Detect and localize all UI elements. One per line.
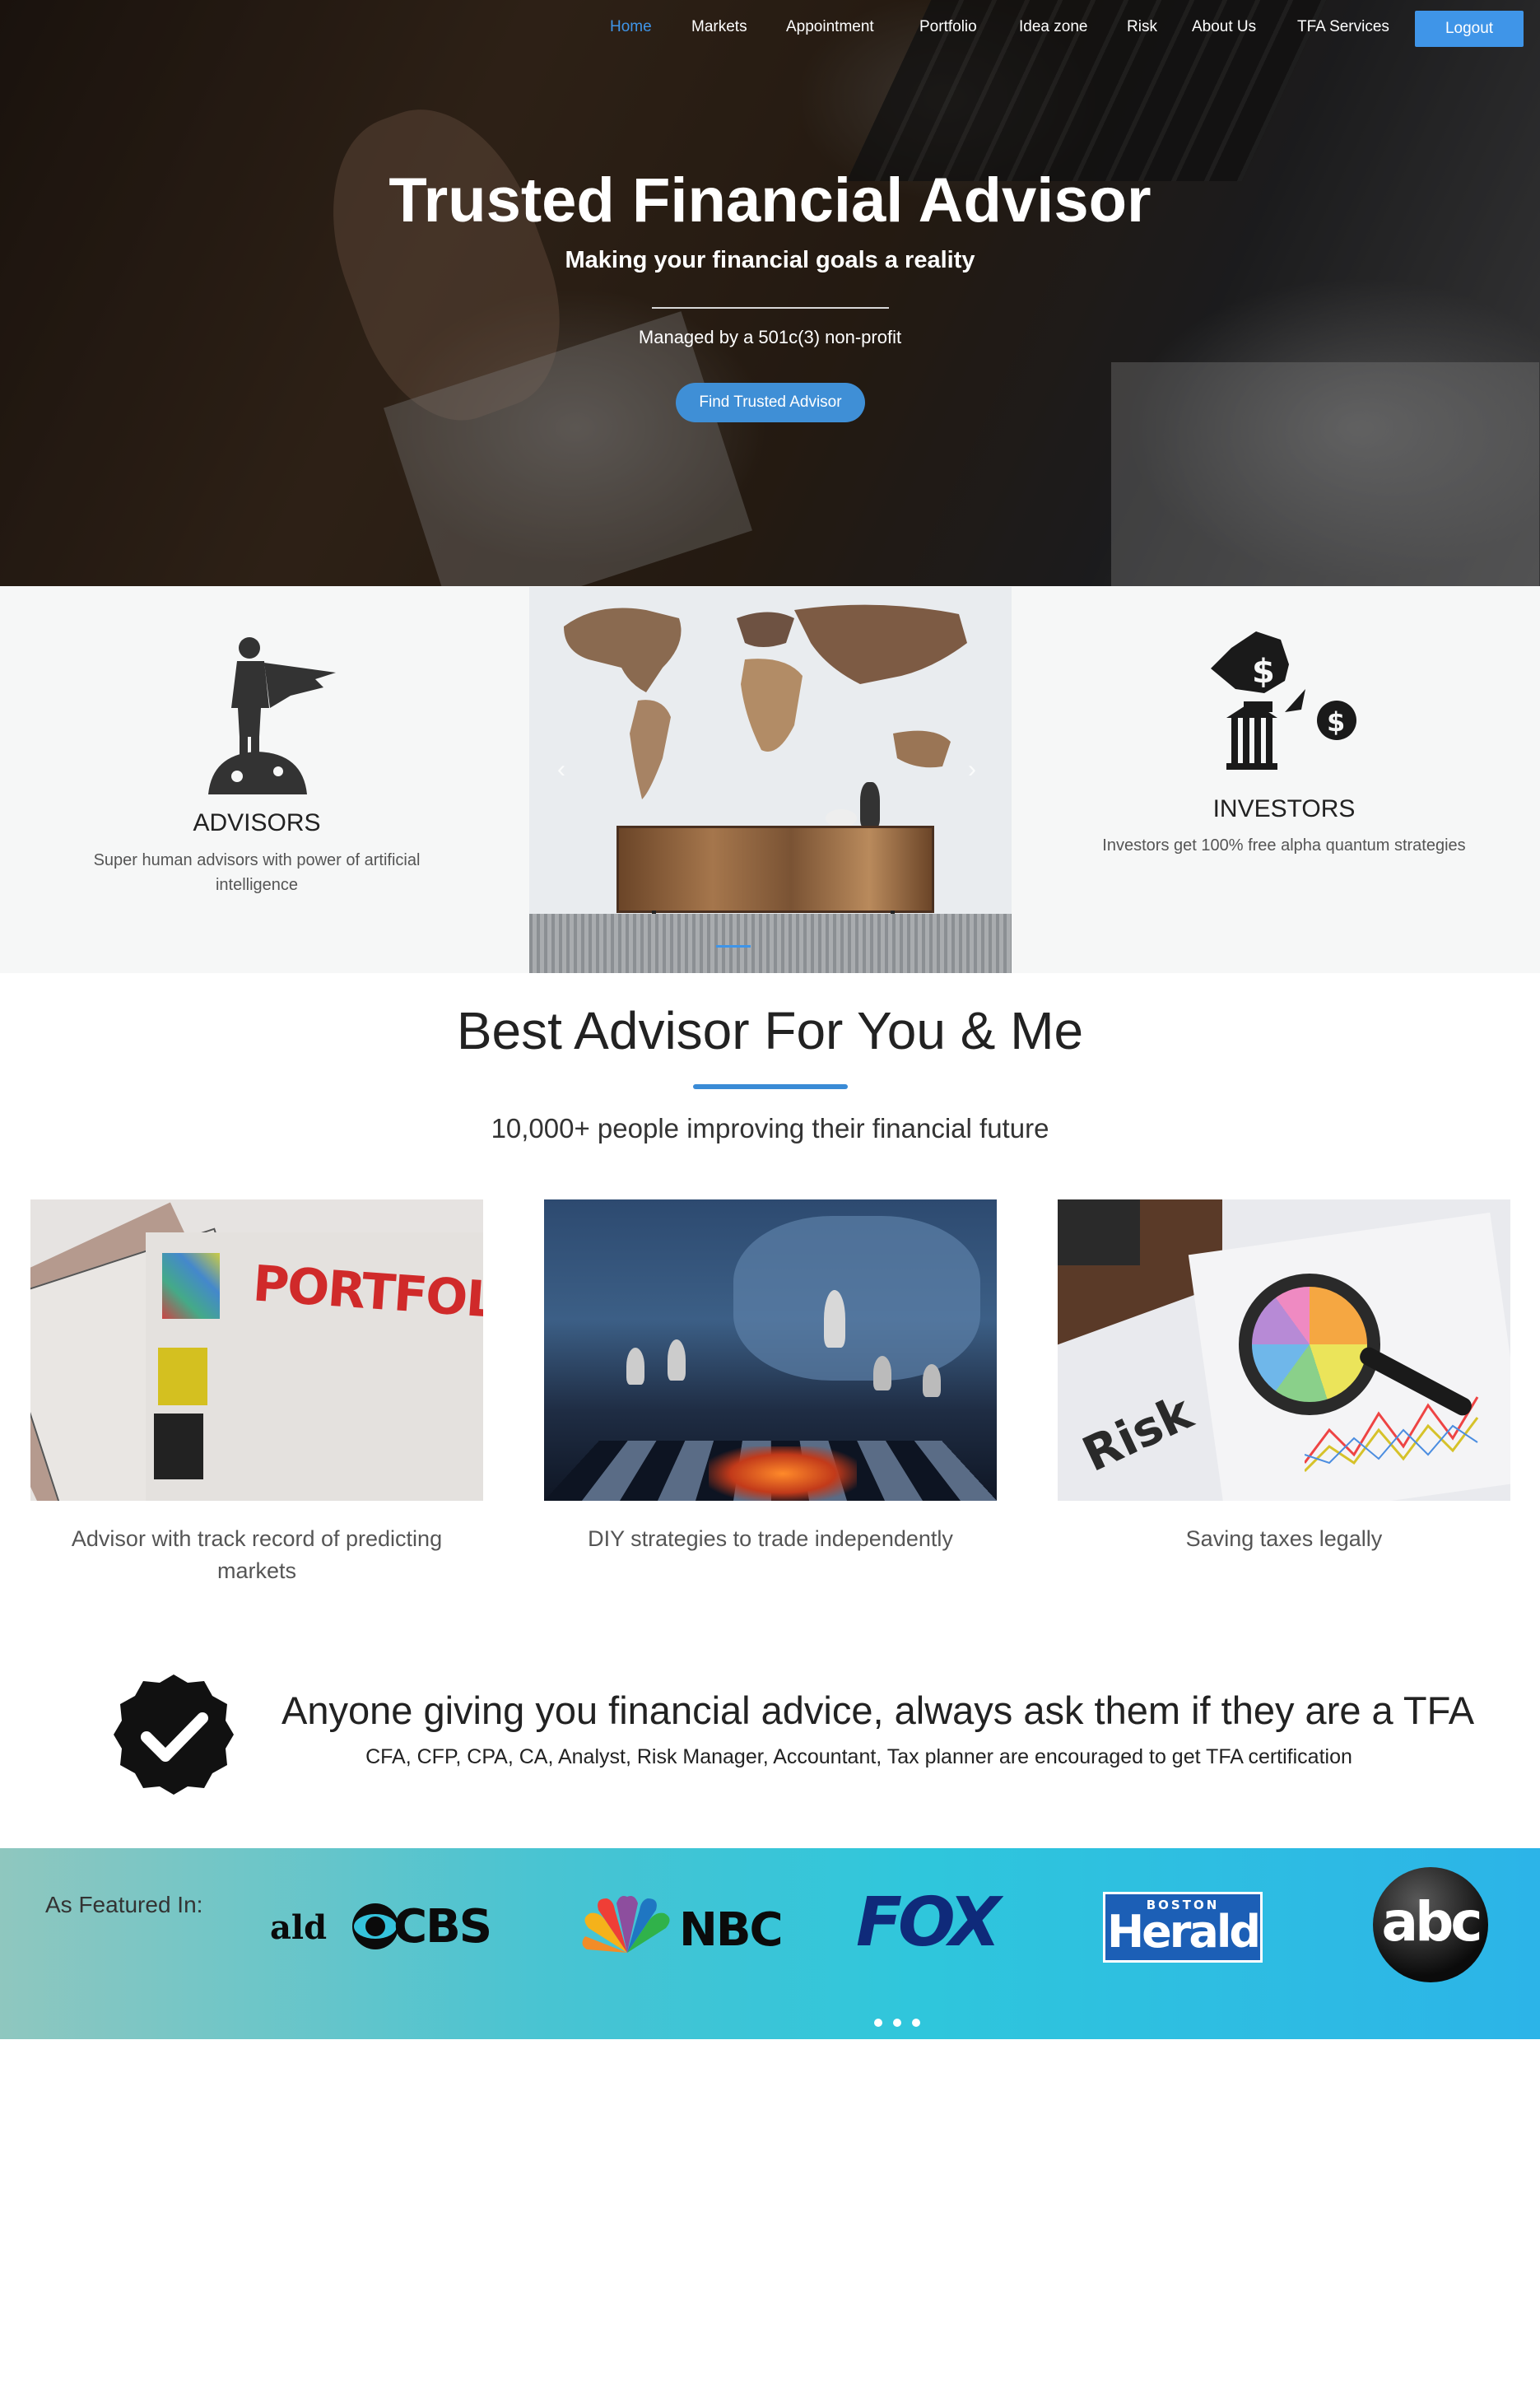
investors-desc: Investors get 100% free alpha quantum st… — [1102, 836, 1466, 855]
nav-appointment[interactable]: Appointment — [786, 18, 874, 36]
risk-image[interactable]: Risk — [1058, 1199, 1510, 1501]
svg-text:$: $ — [1252, 653, 1275, 691]
hero-managed-text: Managed by a 501c(3) non-profit — [638, 327, 902, 347]
advisors-desc: Super human advisors with power of artif… — [93, 851, 421, 894]
portfolio-image[interactable]: PORTFOLIO — [30, 1199, 483, 1501]
featured-dot-1[interactable] — [874, 2019, 882, 2027]
cbs-logo: CBS — [351, 1900, 499, 1954]
nbc-logo-text: NBC — [679, 1903, 784, 1957]
boston-herald-logo: BOSTON Herald — [1103, 1892, 1263, 1963]
card-caption-risk: Saving taxes legally — [1185, 1526, 1383, 1551]
hero-title: Trusted Financial Advisor — [388, 165, 1152, 235]
tfa-title: Anyone giving you financial advice, alwa… — [281, 1688, 1475, 1732]
world-map-image — [564, 604, 967, 799]
featured-dot-2[interactable] — [893, 2019, 901, 2027]
cbs-eye-icon — [352, 1903, 398, 1949]
nav-tfa-services[interactable]: TFA Services — [1297, 18, 1389, 36]
verified-badge-icon — [114, 1674, 234, 1795]
nbc-peacock-icon — [582, 1896, 670, 1953]
fox-logo: FOX — [856, 1884, 1001, 1962]
hero-section: Home Markets Appointment Portfolio Idea … — [0, 0, 1540, 586]
nav-idea-zone[interactable]: Idea zone — [1019, 18, 1087, 36]
carousel-slide — [529, 587, 1012, 973]
nav-portfolio[interactable]: Portfolio — [919, 18, 977, 36]
tfa-subtitle: CFA, CFP, CPA, CA, Analyst, Risk Manager… — [365, 1745, 1352, 1768]
logout-button[interactable]: Logout — [1415, 11, 1524, 47]
risk-image-text: Risk — [1074, 1384, 1201, 1483]
best-advisor-subtitle: 10,000+ people improving their financial… — [491, 1113, 1049, 1143]
bowl-decor — [826, 809, 857, 827]
hero-divider — [652, 307, 889, 309]
top-nav: Home Markets Appointment Portfolio Idea … — [0, 0, 1540, 59]
carousel-prev-icon[interactable]: ‹ — [557, 756, 565, 784]
cbs-logo-text: CBS — [393, 1900, 492, 1954]
investor-money-icon: $ $ — [1211, 631, 1356, 770]
carousel-indicator[interactable] — [716, 945, 751, 948]
card-caption-portfolio: Advisor with track record of predicting … — [71, 1526, 443, 1583]
find-trusted-advisor-button[interactable]: Find Trusted Advisor — [676, 383, 865, 422]
carousel-next-icon[interactable]: › — [968, 756, 976, 784]
chess-image[interactable] — [544, 1199, 997, 1501]
nav-home[interactable]: Home — [610, 18, 652, 36]
best-advisor-title: Best Advisor For You & Me — [456, 1001, 1084, 1060]
nbc-logo: NBC — [580, 1895, 784, 1961]
nav-about-us[interactable]: About Us — [1192, 18, 1256, 36]
title-underline — [693, 1084, 848, 1089]
svg-text:$: $ — [1327, 706, 1345, 738]
nav-markets[interactable]: Markets — [691, 18, 747, 36]
superhero-advisor-icon — [208, 637, 336, 794]
nav-risk[interactable]: Risk — [1127, 18, 1157, 36]
herald-partial-logo: ald — [270, 1908, 328, 1947]
vase-decor — [860, 782, 880, 828]
advisors-title: ADVISORS — [193, 809, 321, 836]
card-caption-chess: DIY strategies to trade independently — [588, 1526, 953, 1551]
abc-logo-text: abc — [1381, 1889, 1483, 1954]
hero-overlay — [0, 0, 1540, 586]
sideboard-furniture — [616, 826, 934, 930]
hero-subtitle: Making your financial goals a reality — [565, 247, 975, 273]
investors-title: INVESTORS — [1212, 795, 1356, 822]
featured-in-label: As Featured In: — [45, 1892, 203, 1917]
abc-logo: abc — [1373, 1867, 1488, 1982]
featured-dot-3[interactable] — [912, 2019, 920, 2027]
boston-herald-text: Herald — [1106, 1906, 1261, 1958]
rug-floor — [529, 914, 1012, 973]
